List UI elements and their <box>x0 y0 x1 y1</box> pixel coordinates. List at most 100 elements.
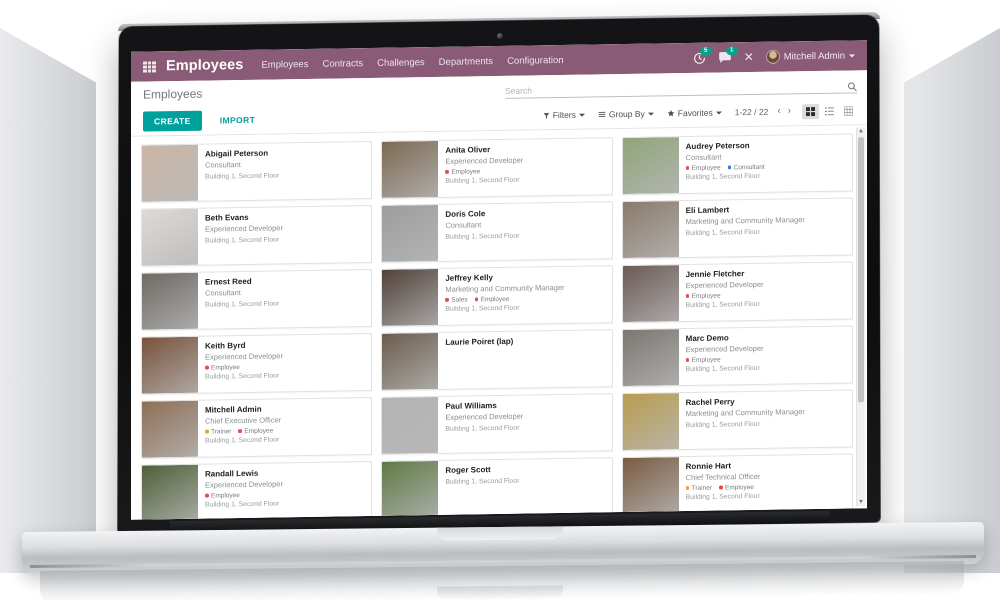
employee-name: Laurie Poiret (lap) <box>445 336 514 347</box>
employee-photo <box>382 268 439 326</box>
employee-photo <box>142 144 198 202</box>
employee-card[interactable]: Randall Lewis Experienced Developer Employ… <box>141 460 373 520</box>
employee-photo <box>142 272 198 330</box>
tag-color-dot <box>685 486 690 490</box>
tag-color-dot <box>685 294 690 298</box>
user-menu-button[interactable]: Mitchell Admin <box>765 48 855 64</box>
employee-job-title: Experienced Developer <box>685 279 764 290</box>
menu-item-configuration[interactable]: Configuration <box>507 54 564 66</box>
employee-card[interactable]: Marc Demo Experienced Developer Employee Bu… <box>621 325 853 388</box>
menu-item-employees[interactable]: Employees <box>261 58 308 70</box>
employee-card[interactable]: Mitchell Admin Chief Executive Officer Tra… <box>141 396 373 459</box>
employee-card[interactable]: Roger Scott Building 1, Second Floor <box>381 457 613 519</box>
employee-card[interactable]: Paul Williams Experienced Developer Buildi… <box>381 393 613 455</box>
employee-photo <box>622 137 679 195</box>
menu-item-departments[interactable]: Departments <box>439 56 493 68</box>
employee-card[interactable]: Jennie Fletcher Experienced Developer Empl… <box>621 261 853 324</box>
employee-photo <box>382 204 439 262</box>
employee-card-body: Randall Lewis Experienced Developer Employ… <box>198 463 289 519</box>
employee-tag-list: Employee Consultant <box>685 163 765 172</box>
employee-card[interactable]: Doris Cole Consultant Building 1, Second F… <box>381 201 613 263</box>
employee-location: Building 1, Second Floor <box>445 304 520 313</box>
employee-location: Building 1, Second Floor <box>205 436 280 445</box>
apps-grid-icon[interactable] <box>143 60 156 73</box>
tag-label: Employee <box>691 164 721 172</box>
pager-previous-button[interactable]: ‹ <box>777 106 780 117</box>
employee-card-body: Laurie Poiret (lap) <box>438 332 519 389</box>
menu-item-contracts[interactable]: Contracts <box>322 58 363 70</box>
scrollbar-thumb[interactable] <box>858 137 864 403</box>
tag-label: Employee <box>451 167 481 176</box>
vertical-scrollbar[interactable]: ▲ ▼ <box>856 127 865 507</box>
navbar-menu: Employees Contracts Challenges Departmen… <box>261 54 563 70</box>
employee-tag: Sales <box>445 296 468 304</box>
employee-location: Building 1, Second Floor <box>445 176 520 185</box>
employee-card[interactable]: Jeffrey Kelly Marketing and Community Man… <box>381 265 613 327</box>
employee-location: Building 1, Second Floor <box>685 492 760 501</box>
employee-card[interactable]: Ernest Reed Consultant Building 1, Second … <box>141 268 373 331</box>
search-icon <box>847 81 857 91</box>
tag-label: Consultant <box>733 163 765 171</box>
laptop-left-side <box>0 28 96 573</box>
tag-label: Employee <box>691 356 721 364</box>
employee-card[interactable]: Laurie Poiret (lap) <box>381 329 613 391</box>
employee-job-title: Chief Executive Officer <box>205 415 282 426</box>
scroll-down-arrow[interactable]: ▼ <box>858 499 864 505</box>
tag-label: Sales <box>451 296 468 304</box>
pager-counter: 1-22 / 22 <box>734 106 769 118</box>
list-lines-icon <box>598 111 606 117</box>
laptop-base-notch <box>437 526 563 541</box>
employee-card[interactable]: Abigail Peterson Consultant Building 1, Se… <box>141 140 373 203</box>
tag-color-dot <box>238 429 242 434</box>
import-button[interactable]: IMPORT <box>214 114 261 127</box>
employee-location: Building 1, Second Floor <box>205 300 280 309</box>
messaging-menu-button[interactable]: 1 <box>718 45 738 64</box>
employee-photo <box>382 332 439 390</box>
employee-tag-list: Trainer Employee <box>685 484 761 492</box>
scroll-up-arrow[interactable]: ▲ <box>858 128 864 134</box>
employee-card[interactable]: Beth Evans Experienced Developer Building … <box>141 204 373 267</box>
employee-job-title: Experienced Developer <box>445 411 524 422</box>
employee-card[interactable]: Ronnie Hart Chief Technical Officer Traine… <box>621 453 853 516</box>
tag-color-dot <box>445 170 449 174</box>
employee-job-title: Marketing and Community Manager <box>685 406 805 418</box>
grid-view-button[interactable] <box>840 103 857 118</box>
close-icon[interactable]: ✕ <box>744 50 754 64</box>
employee-card[interactable]: Keith Byrd Experienced Developer Employee B… <box>141 332 373 395</box>
laptop-mockup-scene: Employees Employees Contracts Challenges… <box>0 0 1000 600</box>
breadcrumb[interactable]: Employees <box>143 87 202 105</box>
employee-tag: Trainer <box>205 428 231 435</box>
filters-dropdown[interactable]: Filters <box>543 110 585 121</box>
employee-tag: Employee <box>445 168 480 176</box>
employee-card-body: Abigail Peterson Consultant Building 1, Se… <box>198 143 285 200</box>
pager-next-button[interactable]: › <box>788 105 791 116</box>
employee-card[interactable]: Audrey Peterson Consultant Employee Consult… <box>621 133 853 196</box>
employee-tag: Trainer <box>685 484 712 492</box>
tag-color-dot <box>727 165 732 170</box>
tag-color-dot <box>205 365 209 370</box>
list-view-button[interactable] <box>821 103 838 118</box>
employee-location: Building 1, Second Floor <box>445 477 520 486</box>
employee-job-title: Consultant <box>685 152 722 162</box>
tag-color-dot <box>445 298 449 302</box>
search-box[interactable] <box>505 80 857 99</box>
employee-job-title: Experienced Developer <box>205 479 283 490</box>
tag-label: Employee <box>480 295 510 303</box>
kanban-view-button[interactable] <box>802 103 819 119</box>
filter-funnel-icon <box>543 112 550 119</box>
menu-item-challenges[interactable]: Challenges <box>377 57 425 69</box>
employee-card[interactable]: Rachel Perry Marketing and Community Mana… <box>621 389 853 452</box>
employee-card-body: Rachel Perry Marketing and Community Mana… <box>679 391 811 449</box>
employee-location: Building 1, Second Floor <box>205 500 280 509</box>
groupby-dropdown[interactable]: Group By <box>598 109 654 120</box>
employee-location: Building 1, Second Floor <box>685 364 760 373</box>
search-input[interactable] <box>505 80 847 97</box>
employee-card[interactable]: Anita Oliver Experienced Developer Employe… <box>381 137 613 199</box>
create-button[interactable]: CREATE <box>143 110 202 132</box>
employee-location: Building 1, Second Floor <box>205 236 280 245</box>
activity-menu-button[interactable]: 5 <box>693 46 712 64</box>
tag-label: Employee <box>211 491 240 500</box>
employee-tag-list: Employee <box>445 167 523 175</box>
employee-card[interactable]: Eli Lambert Marketing and Community Manag… <box>621 197 853 260</box>
favorites-dropdown[interactable]: Favorites <box>667 108 722 119</box>
